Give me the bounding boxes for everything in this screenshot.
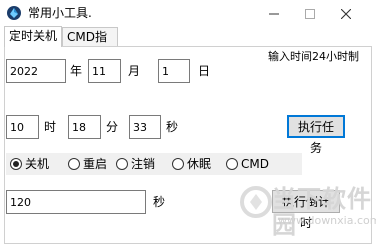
- execute-task-button[interactable]: 执行任务: [287, 115, 345, 155]
- maximize-icon: [305, 4, 315, 23]
- hour-input[interactable]: [6, 115, 39, 139]
- minute-input[interactable]: [68, 115, 101, 139]
- watermark-url: www.downxia.com: [278, 214, 376, 227]
- radio-dot-icon: [226, 158, 238, 170]
- minute-label: 分: [106, 120, 119, 134]
- day-input[interactable]: [158, 59, 190, 83]
- year-label: 年: [70, 64, 83, 78]
- radio-shutdown-label: 关机: [25, 157, 50, 171]
- radio-dot-icon: [116, 158, 128, 170]
- radio-dot-icon: [10, 158, 22, 170]
- month-input[interactable]: [88, 59, 121, 83]
- window-title: 常用小工具.: [28, 6, 92, 20]
- countdown-unit-label: 秒: [153, 195, 166, 209]
- radio-shutdown[interactable]: 关机: [10, 156, 49, 172]
- radio-logoff-label: 注销: [131, 157, 156, 171]
- minimize-icon: [269, 4, 279, 23]
- radio-hibernate[interactable]: 休眠: [172, 156, 211, 172]
- radio-cmd[interactable]: CMD: [226, 156, 269, 172]
- time-format-hint: 输入时间24小时制: [268, 50, 359, 63]
- hour-label: 时: [44, 120, 57, 134]
- radio-dot-icon: [68, 158, 80, 170]
- maximize-button[interactable]: [292, 0, 328, 26]
- day-label: 日: [198, 64, 211, 78]
- month-label: 月: [128, 64, 141, 78]
- tab-scheduled-shutdown[interactable]: 定时关机: [4, 26, 62, 47]
- app-icon: [6, 5, 22, 21]
- app-window: 常用小工具. 定时关机 CMD指令 输入时间24小时制 年 月 日 时 分: [0, 0, 376, 248]
- action-radio-group: 关机 重启 注销 休眠 CMD: [6, 153, 302, 175]
- title-bar[interactable]: 常用小工具.: [0, 0, 376, 26]
- radio-restart-label: 重启: [83, 157, 108, 171]
- tab-cmd[interactable]: CMD指令: [62, 27, 118, 63]
- second-label: 秒: [166, 120, 179, 134]
- minimize-button[interactable]: [256, 0, 292, 26]
- year-input[interactable]: [6, 59, 66, 83]
- radio-dot-icon: [172, 158, 184, 170]
- radio-hibernate-label: 休眠: [187, 157, 212, 171]
- close-icon: [340, 4, 352, 23]
- second-input[interactable]: [129, 115, 161, 139]
- countdown-seconds-input[interactable]: [6, 190, 146, 214]
- close-button[interactable]: [328, 0, 364, 26]
- watermark-text: 当下软件园: [272, 185, 372, 239]
- radio-logoff[interactable]: 注销: [116, 156, 155, 172]
- radio-restart[interactable]: 重启: [68, 156, 107, 172]
- radio-cmd-label: CMD: [241, 157, 269, 171]
